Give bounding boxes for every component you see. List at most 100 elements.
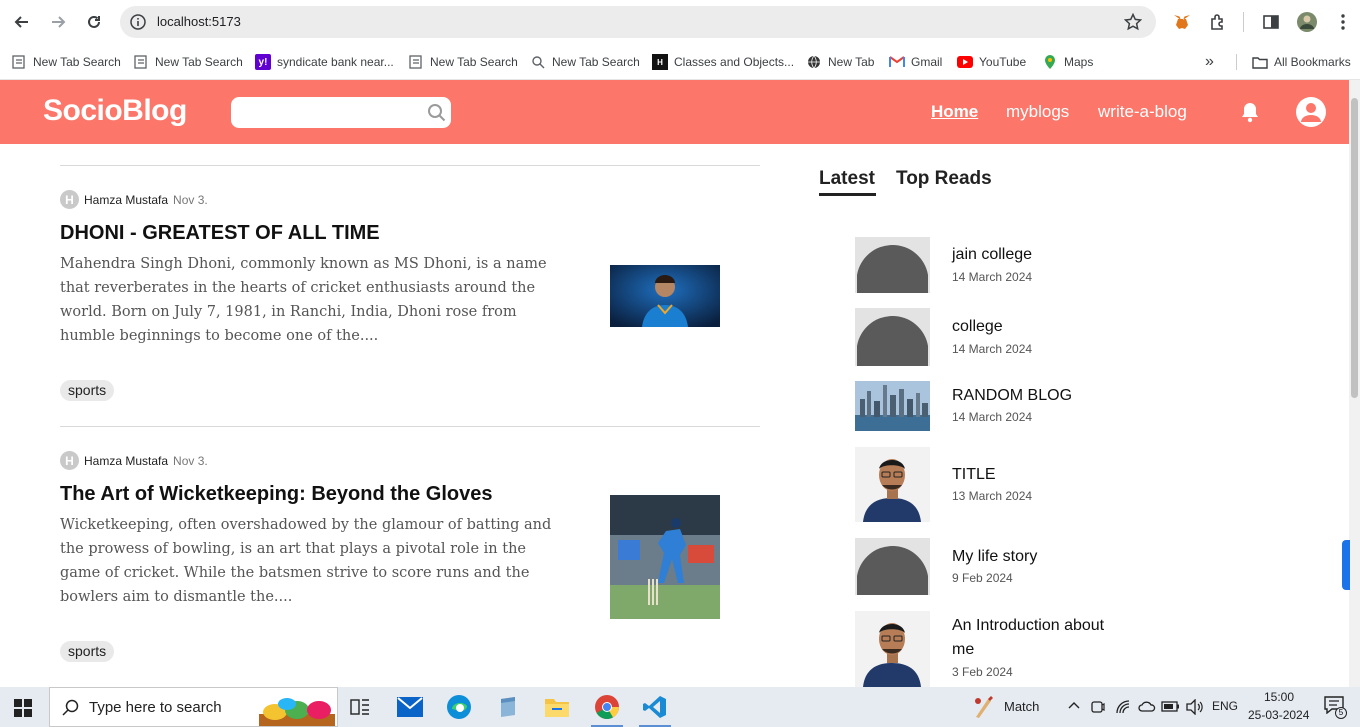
scrollbar-thumb[interactable] bbox=[1351, 98, 1358, 398]
item-title[interactable]: An Introduction about me bbox=[952, 614, 1115, 662]
bookmark-label: YouTube bbox=[979, 55, 1027, 69]
bookmark-item[interactable]: New Tab bbox=[806, 52, 874, 72]
gfg-icon: H bbox=[652, 54, 668, 70]
wifi-icon[interactable] bbox=[1115, 699, 1131, 715]
post-title[interactable]: DHONI - GREATEST OF ALL TIME bbox=[60, 222, 380, 245]
bookmark-item[interactable]: New Tab Search bbox=[133, 52, 243, 72]
bookmark-item[interactable]: New Tab Search bbox=[530, 52, 640, 72]
weather-widget-text[interactable]: Match bbox=[1004, 699, 1039, 714]
battery-icon[interactable] bbox=[1161, 700, 1181, 712]
bookmark-item[interactable]: y! syndicate bank near... bbox=[255, 52, 394, 72]
search-icon[interactable] bbox=[427, 103, 447, 123]
notification-bell-icon[interactable] bbox=[1240, 101, 1260, 123]
page-scrollbar[interactable] bbox=[1349, 80, 1360, 687]
tab-latest[interactable]: Latest bbox=[819, 168, 875, 190]
bookmark-label: New Tab Search bbox=[155, 55, 243, 69]
maps-icon bbox=[1042, 54, 1058, 70]
post-author: H Hamza Mustafa Nov 3. bbox=[60, 451, 208, 470]
nav-home[interactable]: Home bbox=[931, 102, 978, 122]
site-logo[interactable]: SocioBlog bbox=[43, 94, 187, 128]
nav-write-a-blog[interactable]: write-a-blog bbox=[1098, 102, 1187, 122]
bookmark-label: Gmail bbox=[911, 55, 943, 69]
clock-time[interactable]: 15:00 bbox=[1264, 690, 1294, 704]
item-title[interactable]: college bbox=[952, 315, 1117, 339]
language-indicator[interactable]: ENG bbox=[1212, 699, 1238, 713]
post-thumbnail[interactable] bbox=[610, 495, 720, 619]
file-explorer-icon[interactable] bbox=[542, 692, 572, 722]
side-panel-icon[interactable] bbox=[1259, 10, 1283, 34]
post-title[interactable]: The Art of Wicketkeeping: Beyond the Glo… bbox=[60, 483, 492, 506]
vscode-icon[interactable] bbox=[640, 692, 670, 722]
bookmark-star-icon[interactable] bbox=[1124, 13, 1142, 31]
search-box[interactable] bbox=[231, 97, 451, 128]
more-bookmarks-button[interactable]: » bbox=[1205, 52, 1214, 72]
notes-app-icon[interactable] bbox=[493, 692, 523, 722]
author-name[interactable]: Hamza Mustafa bbox=[84, 454, 168, 468]
tab-top-reads[interactable]: Top Reads bbox=[896, 168, 992, 190]
author-name[interactable]: Hamza Mustafa bbox=[84, 193, 168, 207]
browser-menu-icon[interactable] bbox=[1331, 10, 1355, 34]
onedrive-cloud-icon[interactable] bbox=[1138, 700, 1156, 712]
bookmark-item[interactable]: YouTube bbox=[957, 52, 1026, 72]
bookmarks-bar: New Tab Search New Tab Search y! syndica… bbox=[0, 44, 1360, 80]
item-title[interactable]: RANDOM BLOG bbox=[952, 384, 1117, 408]
person-photo-thumbnail bbox=[855, 611, 930, 687]
item-title[interactable]: My life story bbox=[952, 545, 1117, 569]
cricket-bat-icon bbox=[975, 696, 993, 718]
notification-center-button[interactable]: 5 bbox=[1324, 696, 1347, 719]
post-tag[interactable]: sports bbox=[60, 380, 115, 401]
all-bookmarks-button[interactable]: All Bookmarks bbox=[1252, 52, 1351, 72]
address-bar[interactable]: localhost:5173 bbox=[120, 6, 1156, 38]
user-profile-icon[interactable] bbox=[1296, 97, 1326, 127]
metamask-icon[interactable] bbox=[1170, 10, 1194, 34]
nav-myblogs[interactable]: myblogs bbox=[1006, 102, 1069, 122]
toolbar-separator bbox=[1243, 12, 1244, 32]
forward-arrow-icon bbox=[52, 16, 66, 28]
blog-post-card[interactable]: H Hamza Mustafa Nov 3. DHONI - GREATEST … bbox=[60, 190, 760, 410]
forward-button[interactable] bbox=[46, 10, 70, 34]
url-text: localhost:5173 bbox=[157, 14, 241, 29]
bookmark-label: Classes and Objects... bbox=[674, 55, 795, 69]
clock-date[interactable]: 25-03-2024 bbox=[1248, 708, 1309, 722]
post-tag[interactable]: sports bbox=[60, 641, 115, 662]
item-date: 14 March 2024 bbox=[952, 410, 1033, 424]
back-button[interactable] bbox=[10, 10, 34, 34]
bookmark-item[interactable]: H Classes and Objects... bbox=[652, 52, 794, 72]
profile-avatar-icon[interactable] bbox=[1295, 10, 1319, 34]
meet-now-icon[interactable] bbox=[1091, 699, 1105, 715]
extensions-icon[interactable] bbox=[1206, 10, 1230, 34]
author-avatar: H bbox=[60, 190, 79, 209]
windows-start-icon[interactable] bbox=[14, 699, 32, 717]
bookmark-label: New Tab bbox=[828, 55, 875, 69]
more-bookmarks-label: » bbox=[1205, 53, 1214, 70]
show-hidden-icons-chevron-icon[interactable] bbox=[1068, 701, 1080, 709]
mail-app-icon[interactable] bbox=[395, 692, 425, 722]
windows-taskbar: Type here to search Match ENG 15:00 25-0… bbox=[0, 687, 1360, 727]
holi-colors-icon bbox=[259, 698, 335, 726]
post-thumbnail[interactable] bbox=[610, 265, 720, 327]
notification-count-badge: 5 bbox=[1335, 707, 1347, 719]
blog-placeholder-thumbnail bbox=[855, 308, 930, 366]
item-title[interactable]: TITLE bbox=[952, 463, 1117, 487]
bookmark-item[interactable]: New Tab Search bbox=[408, 52, 518, 72]
edge-browser-icon[interactable] bbox=[444, 692, 474, 722]
folder-icon bbox=[1252, 54, 1268, 70]
volume-icon[interactable] bbox=[1186, 699, 1204, 715]
reload-icon bbox=[88, 15, 100, 28]
reload-button[interactable] bbox=[82, 10, 106, 34]
latest-list-item[interactable]: An Introduction about me 3 Feb 2024 bbox=[855, 611, 1115, 687]
bookmark-item[interactable]: Gmail bbox=[889, 52, 942, 72]
bookmark-item[interactable]: Maps bbox=[1042, 52, 1093, 72]
blog-feed: H Hamza Mustafa Nov 3. DHONI - GREATEST … bbox=[60, 144, 760, 687]
floating-side-tab[interactable] bbox=[1342, 540, 1350, 590]
city-skyline-thumbnail bbox=[855, 381, 930, 431]
bookmark-label: syndicate bank near... bbox=[277, 55, 394, 69]
bookmark-item[interactable]: New Tab Search bbox=[11, 52, 121, 72]
bookmark-label: New Tab Search bbox=[552, 55, 640, 69]
task-view-icon[interactable] bbox=[345, 692, 375, 722]
chrome-browser-icon[interactable] bbox=[592, 692, 622, 722]
taskbar-search[interactable]: Type here to search bbox=[49, 687, 338, 727]
blog-post-card[interactable]: H Hamza Mustafa Nov 3. The Art of Wicket… bbox=[60, 451, 760, 687]
site-info-icon[interactable] bbox=[130, 14, 146, 30]
item-title[interactable]: jain college bbox=[952, 243, 1117, 267]
